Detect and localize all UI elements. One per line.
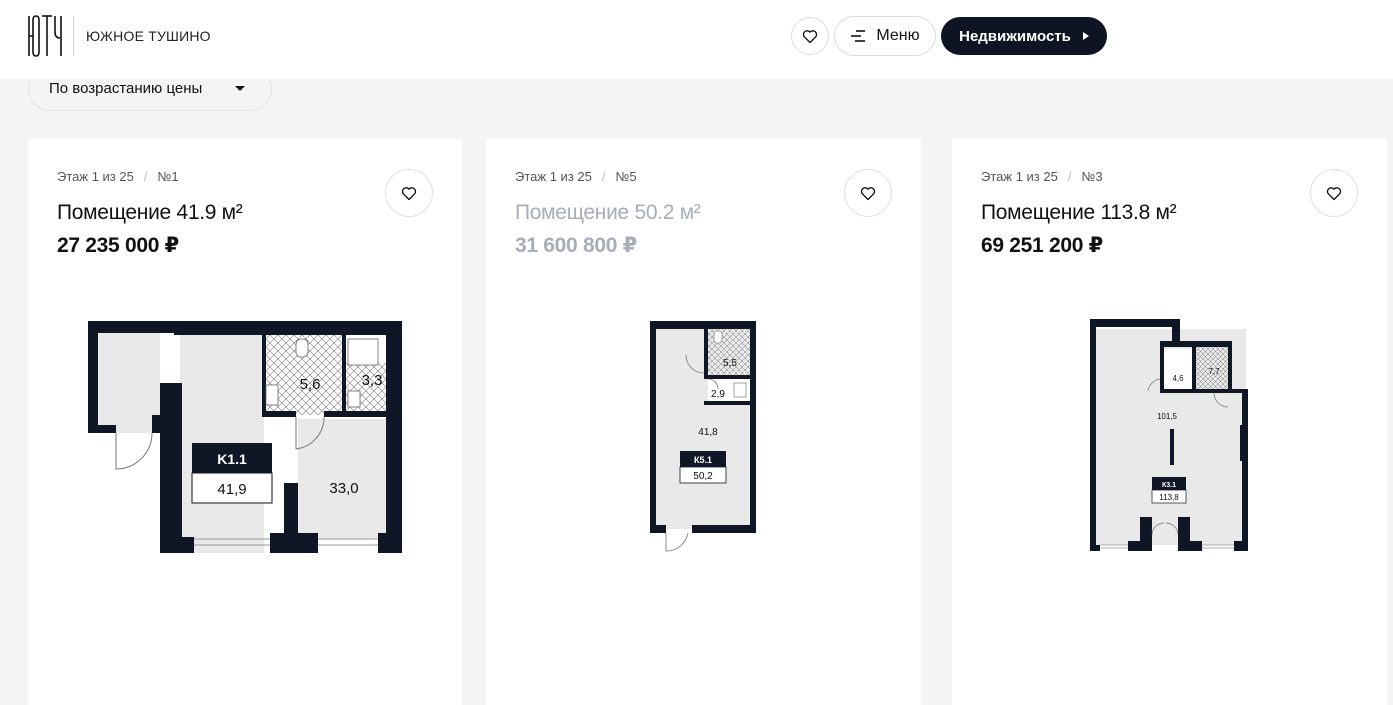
plan-room-area: 101,5 <box>1157 412 1178 421</box>
card-price: 31 600 800 ₽ <box>515 234 637 257</box>
floor-plan-image[interactable]: 5,5 2,9 41,8 К5.1 50,2 <box>646 319 762 555</box>
brand-name[interactable]: ЮЖНОЕ ТУШИНО <box>86 28 211 44</box>
estate-button[interactable]: Недвижимость <box>941 17 1107 55</box>
menu-lines-icon <box>851 30 866 42</box>
site-header: ЮЖНОЕ ТУШИНО Меню Недвижимость <box>0 0 1393 79</box>
card-floor: Этаж 1 из 25 <box>57 169 134 184</box>
sort-label: По возрастанию цены <box>49 80 203 97</box>
plan-room-area: 7,7 <box>1208 367 1220 376</box>
plan-room-area: 33,0 <box>329 480 358 497</box>
favorites-button[interactable] <box>791 17 829 55</box>
plan-total-area: 41,9 <box>217 481 246 498</box>
plan-code: K1.1 <box>217 451 247 467</box>
property-card-1[interactable]: Этаж 1 из 25 / №1 Помещение 41.9 м² 27 2… <box>28 139 462 705</box>
menu-button[interactable]: Меню <box>834 16 936 56</box>
card-favorite-button[interactable] <box>1310 169 1358 217</box>
plan-room-area: 2,9 <box>711 389 725 400</box>
brand-logo[interactable] <box>27 14 63 58</box>
plan-total-area: 50,2 <box>693 471 713 482</box>
card-favorite-button[interactable] <box>844 169 892 217</box>
card-meta: Этаж 1 из 25 / №1 <box>57 169 179 184</box>
property-card-3[interactable]: Этаж 1 из 25 / №3 Помещение 113.8 м² 69 … <box>952 139 1387 705</box>
plan-code: К3.1 <box>1162 482 1176 489</box>
card-floor: Этаж 1 из 25 <box>515 169 592 184</box>
card-number: №1 <box>157 169 179 184</box>
estate-label: Недвижимость <box>959 27 1071 45</box>
plan-room-area: 41,8 <box>698 427 718 438</box>
heart-icon <box>1326 186 1342 200</box>
plan-code: К5.1 <box>694 455 712 465</box>
card-meta: Этаж 1 из 25 / №3 <box>981 169 1103 184</box>
triangle-right-icon <box>1082 32 1089 40</box>
heart-icon <box>860 186 876 200</box>
heart-icon <box>802 29 818 43</box>
plan-room-area: 3,3 <box>362 372 383 389</box>
logo-divider <box>73 16 74 56</box>
meta-separator: / <box>601 169 606 184</box>
floor-plan-image[interactable]: 5,6 3,3 33,0 K1.1 41,9 <box>86 319 406 555</box>
floor-plan-image[interactable]: 4,6 7,7 101,5 К3.1 113,8 <box>1088 319 1252 555</box>
card-price: 69 251 200 ₽ <box>981 234 1103 257</box>
card-number: №5 <box>615 169 637 184</box>
card-title[interactable]: Помещение 50.2 м² <box>515 201 701 225</box>
card-number: №3 <box>1081 169 1103 184</box>
card-title[interactable]: Помещение 113.8 м² <box>981 201 1177 225</box>
card-title[interactable]: Помещение 41.9 м² <box>57 201 243 225</box>
plan-room-area: 5,5 <box>723 358 737 369</box>
heart-icon <box>401 186 417 200</box>
menu-label: Меню <box>876 27 920 44</box>
card-favorite-button[interactable] <box>385 169 433 217</box>
card-floor: Этаж 1 из 25 <box>981 169 1058 184</box>
plan-room-area: 4,6 <box>1172 374 1184 383</box>
card-price: 27 235 000 ₽ <box>57 234 179 257</box>
plan-total-area: 113,8 <box>1159 493 1179 502</box>
meta-separator: / <box>1067 169 1072 184</box>
card-meta: Этаж 1 из 25 / №5 <box>515 169 637 184</box>
caret-down-icon <box>235 86 245 91</box>
property-card-2[interactable]: Этаж 1 из 25 / №5 Помещение 50.2 м² 31 6… <box>486 139 921 705</box>
meta-separator: / <box>143 169 148 184</box>
plan-room-area: 5,6 <box>300 376 321 393</box>
